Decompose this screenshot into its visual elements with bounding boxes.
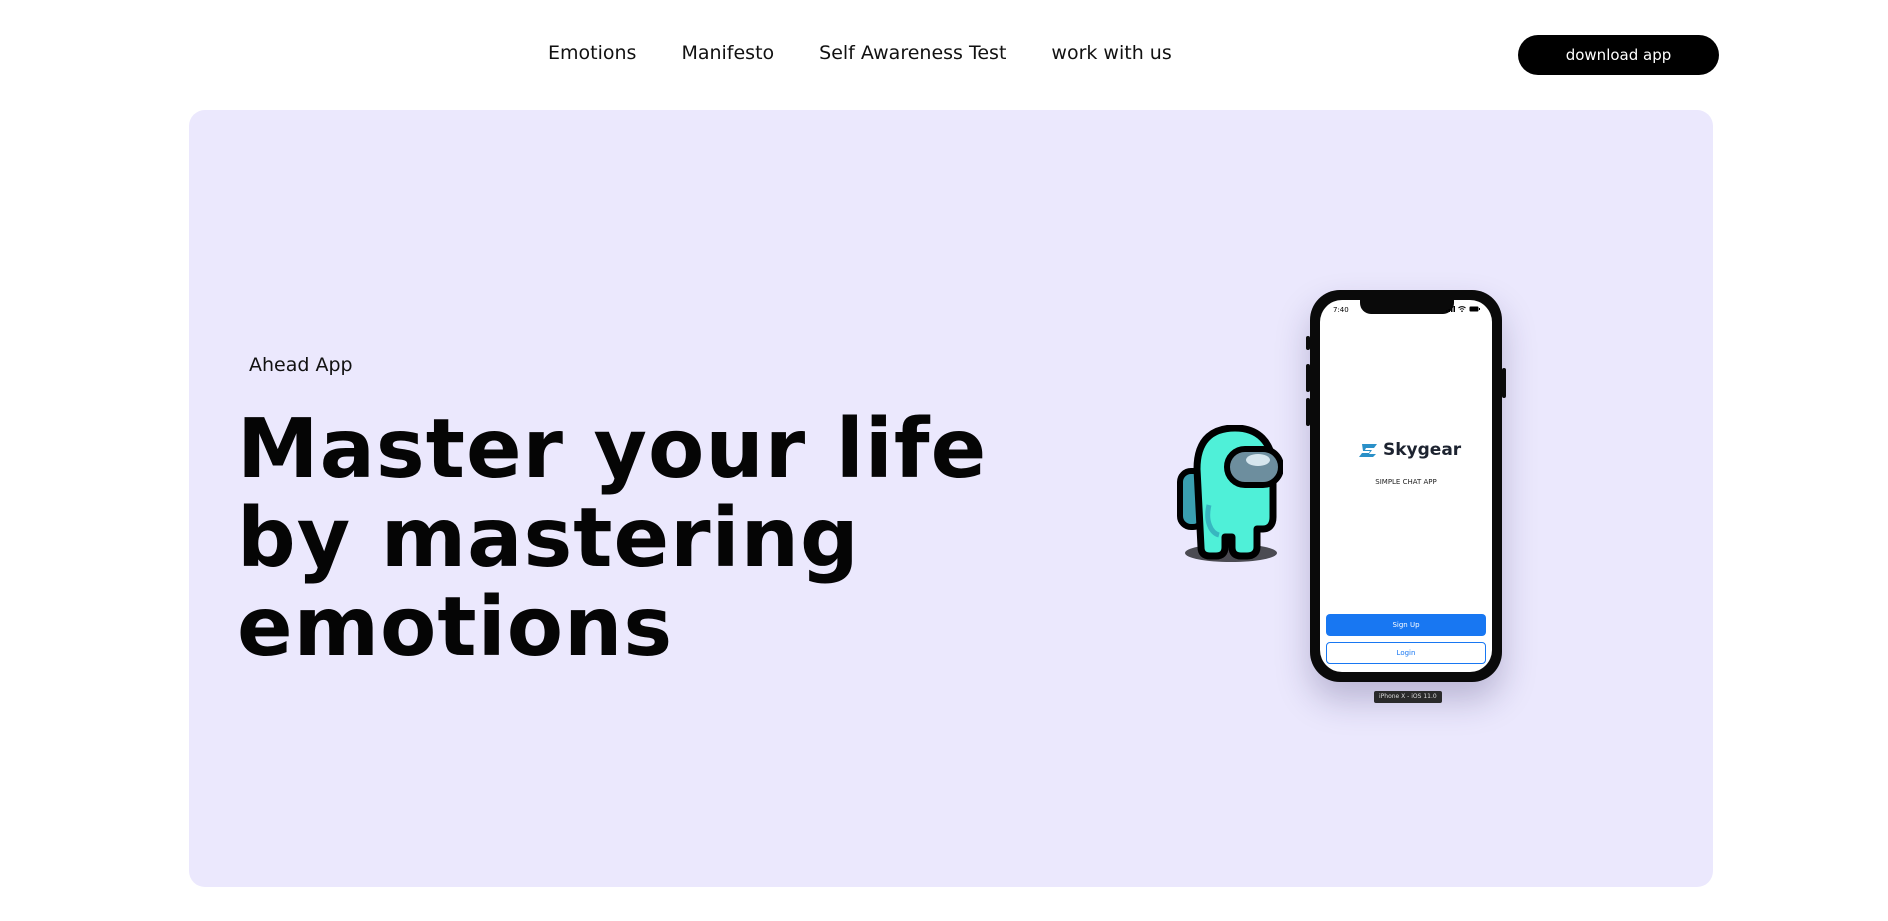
status-bar-time: 7:40 — [1333, 306, 1349, 314]
skygear-logo-icon — [1359, 444, 1377, 457]
nav-link-emotions[interactable]: Emotions — [548, 42, 636, 64]
nav-link-manifesto[interactable]: Manifesto — [681, 42, 774, 64]
battery-icon — [1469, 306, 1480, 312]
phone-login-button[interactable]: Login — [1326, 642, 1486, 664]
hero-section: Ahead App Master your life by mastering … — [189, 110, 1713, 887]
status-bar-icons — [1446, 306, 1480, 312]
nav-link-self-awareness-test[interactable]: Self Awareness Test — [819, 42, 1006, 64]
signal-icon — [1446, 306, 1455, 312]
main-nav: Emotions Manifesto Self Awareness Test w… — [548, 42, 1217, 64]
phone-signup-button[interactable]: Sign Up — [1326, 614, 1486, 636]
hero-eyebrow: Ahead App — [249, 354, 353, 376]
phone-mockup: 7:40 Skygear SIMPLE CHAT APP Sign Up Log… — [1306, 290, 1506, 682]
nav-link-work-with-us[interactable]: work with us — [1051, 42, 1171, 64]
app-brand-name: Skygear — [1383, 440, 1462, 460]
hero-headline: Master your life by mastering emotions — [237, 402, 988, 675]
skygear-logo: Skygear — [1358, 440, 1461, 460]
app-subtitle: SIMPLE CHAT APP — [1375, 478, 1437, 486]
device-label: iPhone X - iOS 11.0 — [1374, 691, 1442, 703]
phone-notch — [1360, 300, 1454, 314]
wifi-icon — [1458, 306, 1466, 312]
crewmate-illustration — [1177, 425, 1283, 562]
phone-screen: 7:40 Skygear SIMPLE CHAT APP Sign Up Log… — [1320, 300, 1492, 672]
download-app-button[interactable]: download app — [1518, 35, 1719, 75]
